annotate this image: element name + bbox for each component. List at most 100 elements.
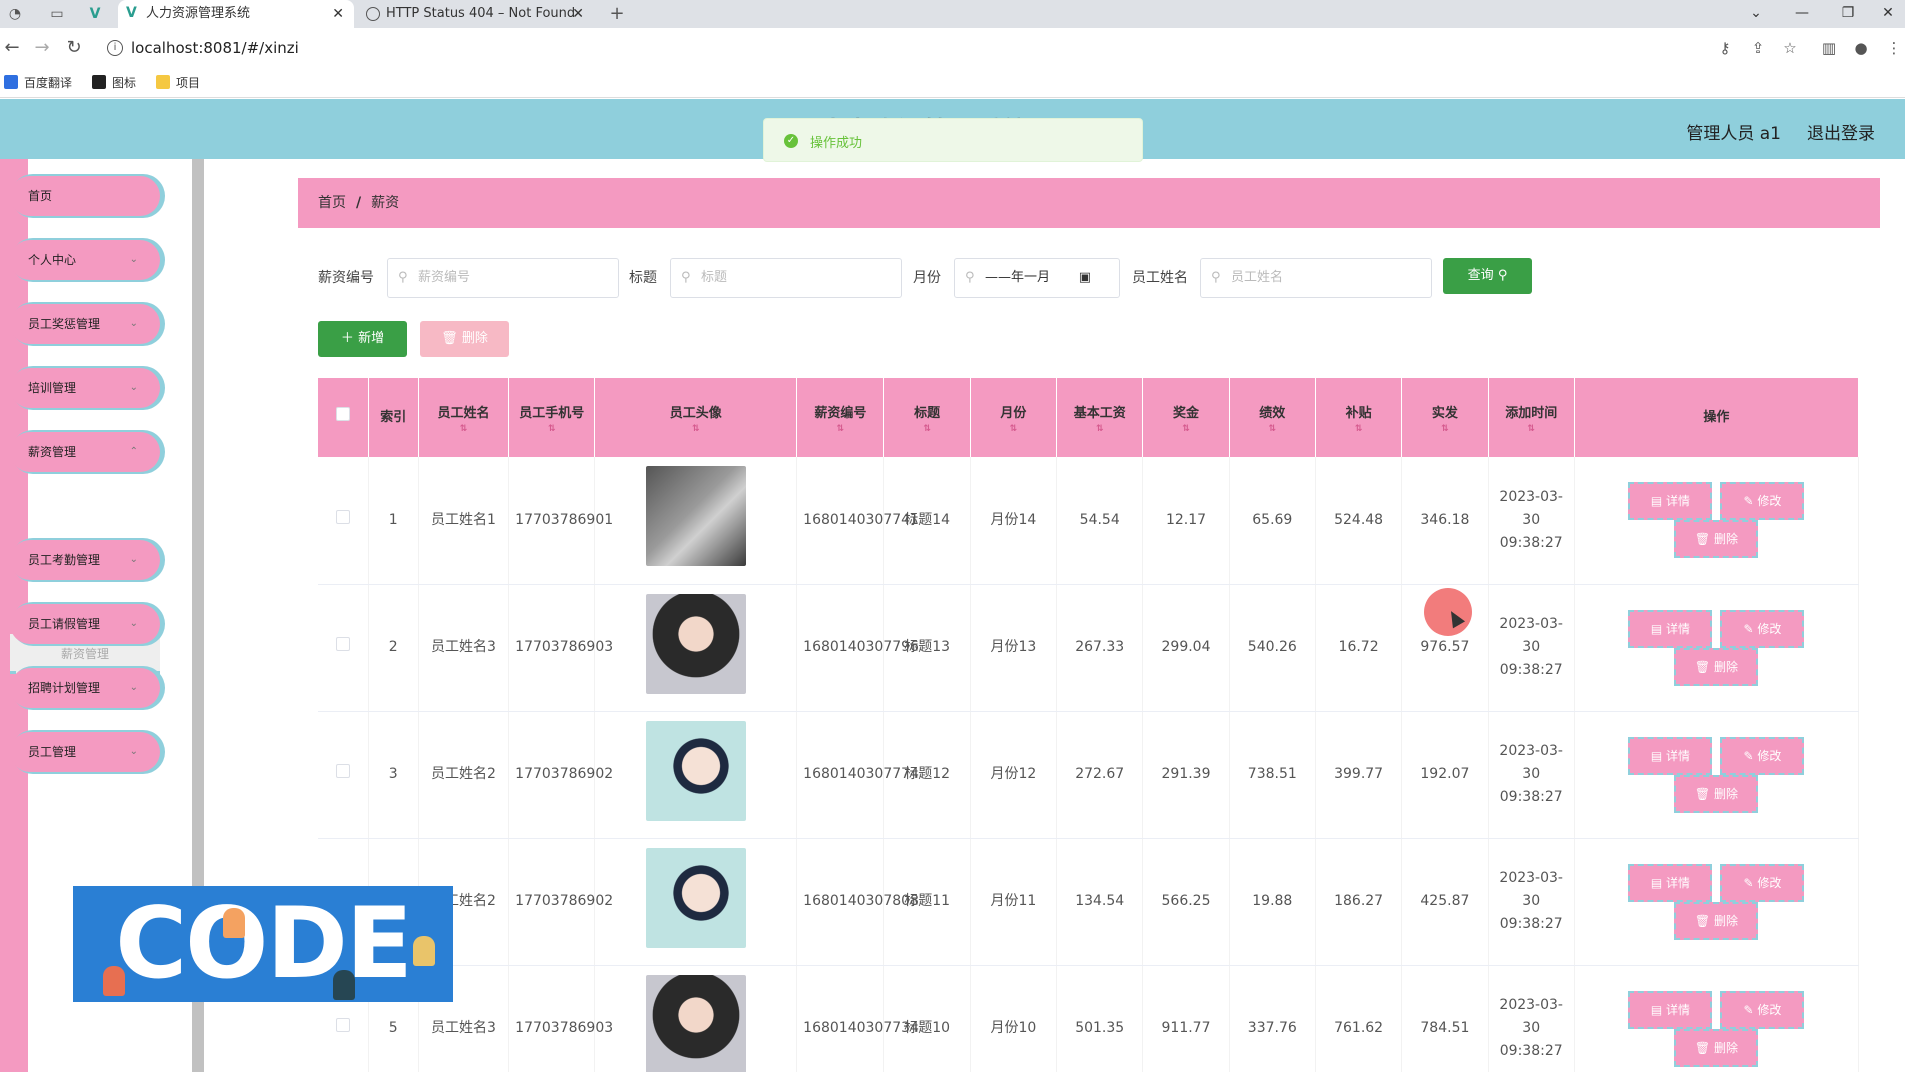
sidebar-item-salary[interactable]: 薪资管理 ⌃ <box>10 432 160 472</box>
bookmark-item[interactable]: 百度翻译 <box>4 75 72 91</box>
share-icon[interactable]: ⇪ <box>1748 38 1768 58</box>
restore-button[interactable]: ❐ <box>1828 0 1868 28</box>
breadcrumb-home[interactable]: 首页 <box>318 195 346 211</box>
sidebar-item-rewards[interactable]: 员工奖惩管理 ⌄ <box>10 304 160 344</box>
browser-history-icon[interactable]: ◔ <box>6 5 24 23</box>
cell-salary_no: 1680140307774 <box>796 711 919 839</box>
sort-icon[interactable]: ⇅ <box>1149 424 1222 433</box>
sidebar-item-recruit[interactable]: 招聘计划管理 ⌄ <box>10 668 160 708</box>
title-input[interactable]: ⚲ 标题 <box>670 258 902 298</box>
column-header[interactable]: 绩效 ⇅ <box>1229 378 1316 457</box>
detail-button[interactable]: ▤ 详情 <box>1628 609 1713 648</box>
profile-icon[interactable]: ● <box>1851 38 1871 58</box>
sidebar-item-home[interactable]: 首页 <box>10 176 160 216</box>
sidebar-item-employees[interactable]: 员工管理 ⌄ <box>10 732 160 772</box>
sort-icon[interactable]: ⇅ <box>601 424 790 433</box>
calendar-icon[interactable]: ▣ <box>1079 259 1091 297</box>
sort-icon[interactable]: ⇅ <box>1322 424 1395 433</box>
table-row[interactable]: 1 员工姓名1 17703786901 1680140307741 标题14 月份14 54… <box>318 457 1859 585</box>
sort-icon[interactable]: ⇅ <box>1236 424 1309 433</box>
column-header[interactable]: 员工头像 ⇅ <box>594 378 798 457</box>
sidebar-item-attendance[interactable]: 员工考勤管理 ⌄ <box>10 540 160 580</box>
tab-inactive[interactable]: HTTP Status 404 – Not Found ✕ <box>358 0 594 28</box>
reload-icon[interactable]: ↻ <box>64 38 84 58</box>
detail-button[interactable]: ▤ 详情 <box>1628 990 1713 1029</box>
edit-button[interactable]: ✎ 修改 <box>1720 863 1805 902</box>
column-header[interactable]: 薪资编号 ⇅ <box>796 378 885 457</box>
delete-button[interactable]: 🗑 删除 <box>1674 1028 1759 1067</box>
back-icon[interactable]: ← <box>2 38 22 58</box>
edit-button[interactable]: ✎ 修改 <box>1720 736 1805 775</box>
key-icon[interactable]: ⚷ <box>1715 38 1735 58</box>
salary-no-input[interactable]: ⚲ 薪资编号 <box>387 258 619 298</box>
sort-icon[interactable]: ⇅ <box>425 424 502 433</box>
logout-link[interactable]: 退出登录 <box>1807 119 1875 144</box>
table-row[interactable]: 4员工姓名2177037869021680140307808标题11月份1113… <box>318 838 1859 966</box>
column-header[interactable]: 基本工资 ⇅ <box>1056 378 1144 457</box>
edit-button[interactable]: ✎ 修改 <box>1720 482 1805 521</box>
sort-icon[interactable]: ⇅ <box>977 424 1050 433</box>
column-header[interactable]: 添加时间 ⇅ <box>1488 378 1575 457</box>
new-tab-button[interactable]: + <box>608 5 626 23</box>
close-icon[interactable]: ✕ <box>572 0 584 28</box>
month-input[interactable]: ⚲ ——年一月 ▣ <box>954 258 1120 298</box>
edit-button[interactable]: ✎ 修改 <box>1720 609 1805 648</box>
delete-button[interactable]: 🗑 删除 <box>1674 774 1759 813</box>
close-icon[interactable]: ✕ <box>332 0 344 28</box>
detail-button[interactable]: ▤ 详情 <box>1628 736 1713 775</box>
column-header[interactable]: 标题 ⇅ <box>883 378 971 457</box>
column-header[interactable]: 员工手机号 ⇅ <box>508 378 596 457</box>
cell-subsidy: 16.72 <box>1315 584 1403 712</box>
sort-icon[interactable]: ⇅ <box>1495 424 1568 433</box>
bookmark-item[interactable]: 项目 <box>156 75 200 91</box>
delete-button[interactable]: 🗑 删除 <box>1674 901 1759 940</box>
add-button[interactable]: ＋ 新增 <box>318 321 407 357</box>
close-window-button[interactable]: ✕ <box>1868 0 1905 28</box>
trash-icon: 🗑 <box>441 331 458 346</box>
row-checkbox[interactable] <box>335 509 350 524</box>
row-checkbox[interactable] <box>335 1018 350 1032</box>
sort-icon[interactable]: ⇅ <box>515 424 588 433</box>
table-row[interactable]: 5 员工姓名3 17703786903 1680140307734 标题10 月份10 50… <box>318 965 1859 1072</box>
table-row[interactable]: 3 员工姓名2 17703786902 1680140307774 标题12 月份12 27… <box>318 711 1859 839</box>
sidebar-item-training[interactable]: 培训管理 ⌄ <box>10 368 160 408</box>
column-header[interactable]: 月份 ⇅ <box>970 378 1058 457</box>
delete-button[interactable]: 🗑 删除 <box>1674 520 1759 559</box>
tab-active[interactable]: V 人力资源管理系统 ✕ <box>118 0 354 28</box>
query-button[interactable]: 查询 ⚲ <box>1443 258 1532 294</box>
edit-button[interactable]: ✎ 修改 <box>1720 990 1805 1029</box>
detail-button[interactable]: ▤ 详情 <box>1628 482 1713 521</box>
employee-name-input[interactable]: ⚲ 员工姓名 <box>1200 258 1432 298</box>
plus-icon: ＋ <box>340 331 354 346</box>
sort-icon[interactable]: ⇅ <box>803 424 877 433</box>
bookmark-item[interactable]: 图标 <box>92 75 136 91</box>
row-checkbox[interactable] <box>335 637 350 651</box>
sidebar-item-leave[interactable]: 员工请假管理 ⌄ <box>10 604 160 644</box>
url-field[interactable]: localhost:8081/#/xinzi <box>131 38 299 58</box>
delete-button[interactable]: 🗑 删除 <box>1674 647 1759 686</box>
avatar <box>645 593 746 694</box>
info-icon[interactable]: i <box>107 40 123 56</box>
row-checkbox[interactable] <box>335 764 350 778</box>
minimize-button[interactable]: — <box>1782 0 1822 28</box>
sort-icon[interactable]: ⇅ <box>1408 424 1481 433</box>
detail-button[interactable]: ▤ 详情 <box>1628 863 1713 902</box>
column-header[interactable]: 索引 <box>368 378 419 457</box>
column-header[interactable]: 补贴 ⇅ <box>1315 378 1403 457</box>
sidepanel-icon[interactable]: ▥ <box>1819 38 1839 58</box>
column-header[interactable]: 实发 ⇅ <box>1401 378 1489 457</box>
column-header[interactable]: 员工姓名 ⇅ <box>418 378 510 457</box>
star-icon[interactable]: ☆ <box>1780 38 1800 58</box>
column-header[interactable]: 奖金 ⇅ <box>1142 378 1230 457</box>
pinned-tab-icon[interactable]: ▭ <box>46 5 68 23</box>
table-row[interactable]: 2 员工姓名3 17703786903 1680140307796 标题13 月份13 26… <box>318 584 1859 712</box>
chevron-down-icon[interactable]: ⌄ <box>1736 0 1776 28</box>
batch-delete-button[interactable]: 🗑 删除 <box>420 321 509 357</box>
menu-icon[interactable]: ⋮ <box>1884 38 1904 58</box>
vue-tab-icon[interactable]: V <box>86 5 104 23</box>
forward-icon[interactable]: → <box>32 38 52 58</box>
select-all-checkbox[interactable] <box>335 406 350 421</box>
sort-icon[interactable]: ⇅ <box>890 424 963 433</box>
sidebar-item-personal[interactable]: 个人中心 ⌄ <box>10 240 160 280</box>
sort-icon[interactable]: ⇅ <box>1063 424 1136 433</box>
